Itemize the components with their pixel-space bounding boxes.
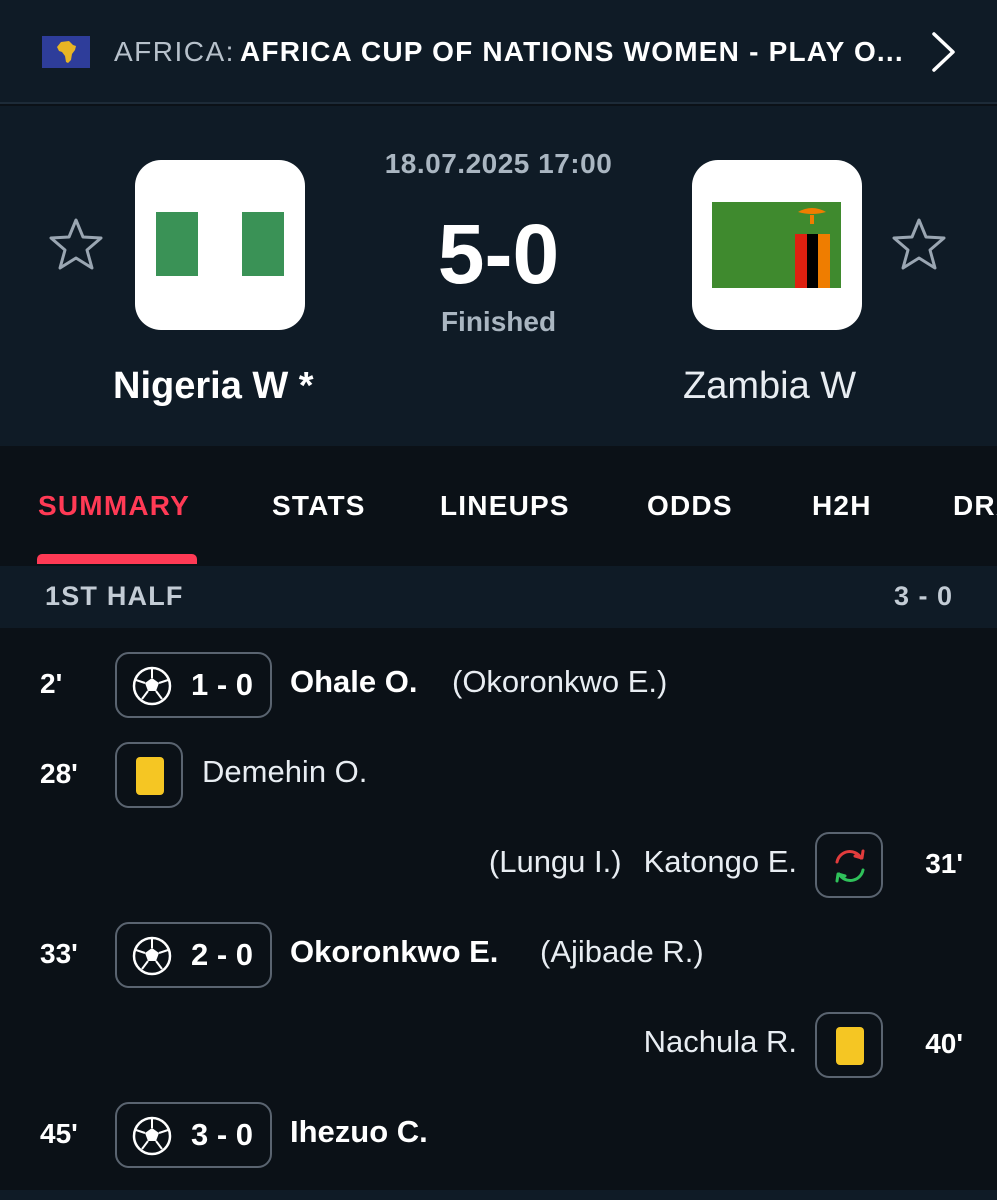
player-out[interactable]: (Lungu I.)	[489, 844, 622, 879]
tab-lineups[interactable]: LINEUPS	[440, 490, 570, 522]
substitution-icon	[835, 849, 865, 883]
soccer-ball-icon	[132, 1116, 172, 1156]
event-player[interactable]: Nachula R.	[644, 1024, 797, 1059]
tab-stats[interactable]: STATS	[272, 490, 366, 522]
yellow-card-icon	[836, 1027, 864, 1065]
event-list: 2' 1 - 0 Ohale O. (Okoronkwo E.) 28' Dem…	[0, 628, 997, 1200]
bottom-divider	[0, 1190, 997, 1200]
tab-summary[interactable]: SUMMARY	[38, 490, 190, 522]
event-minute: 31'	[925, 848, 963, 879]
event-assist[interactable]: (Okoronkwo E.)	[452, 664, 667, 700]
card-badge	[115, 742, 183, 808]
event-player[interactable]: Demehin O.	[202, 754, 367, 790]
match-header: 18.07.2025 17:00 5-0 Finished Nigeria W …	[0, 106, 997, 446]
yellow-card-icon	[136, 757, 164, 795]
competition-region: AFRICA:	[114, 36, 235, 67]
event-row[interactable]: 45' 3 - 0 Ihezuo C.	[0, 1090, 997, 1180]
event-row[interactable]: (Lungu I.) Katongo E. 31'	[0, 820, 997, 910]
event-minute: 40'	[925, 1028, 963, 1059]
goal-badge: 2 - 0	[115, 922, 272, 988]
home-team-name[interactable]: Nigeria W *	[113, 364, 314, 408]
event-minute: 33'	[40, 938, 78, 969]
tab-h2h[interactable]: H2H	[812, 490, 872, 522]
favorite-star-icon[interactable]	[890, 216, 948, 274]
section-score: 3 - 0	[893, 581, 953, 611]
match-datetime: 18.07.2025 17:00	[384, 148, 613, 179]
event-player[interactable]: Ohale O.	[290, 664, 417, 700]
tab-odds[interactable]: ODDS	[647, 490, 733, 522]
goal-badge: 3 - 0	[115, 1102, 272, 1168]
section-title: 1ST HALF	[45, 581, 184, 611]
event-minute: 2'	[40, 668, 63, 699]
goal-score: 2 - 0	[191, 937, 254, 972]
event-assist[interactable]: (Ajibade R.)	[540, 934, 704, 970]
goal-badge: 1 - 0	[115, 652, 272, 718]
event-player[interactable]: Okoronkwo E.	[290, 934, 498, 970]
event-row[interactable]: 33' 2 - 0 Okoronkwo E. (Ajibade R.)	[0, 910, 997, 1000]
event-player-group: Nachula R.	[622, 1024, 797, 1060]
event-row[interactable]: 2' 1 - 0 Ohale O. (Okoronkwo E.)	[0, 640, 997, 730]
substitution-players: (Lungu I.) Katongo E.	[467, 844, 797, 880]
event-row[interactable]: 28' Demehin O.	[0, 730, 997, 820]
competition-bar[interactable]: AFRICA: AFRICA CUP OF NATIONS WOMEN - PL…	[0, 0, 997, 104]
active-tab-indicator	[37, 554, 197, 564]
zambia-flag-icon[interactable]	[692, 160, 862, 330]
event-row[interactable]: Nachula R. 40'	[0, 1000, 997, 1090]
away-team-name[interactable]: Zambia W	[683, 364, 856, 408]
card-badge	[815, 1012, 883, 1078]
player-in[interactable]: Katongo E.	[644, 844, 797, 879]
tab-bar: SUMMARY STATS LINEUPS ODDS H2H DRAW	[0, 446, 997, 566]
event-minute: 45'	[40, 1118, 78, 1149]
competition-name: AFRICA CUP OF NATIONS WOMEN - PLAY O...	[240, 36, 904, 67]
tab-draw[interactable]: DRAW	[953, 490, 997, 522]
chevron-right-icon[interactable]	[926, 30, 960, 74]
goal-score: 1 - 0	[191, 667, 254, 702]
event-minute: 28'	[40, 758, 78, 789]
soccer-ball-icon	[132, 666, 172, 706]
section-header: 1ST HALF 3 - 0	[0, 566, 997, 628]
match-score: 5-0	[437, 207, 560, 301]
event-player[interactable]: Ihezuo C.	[290, 1114, 428, 1150]
soccer-ball-icon	[132, 936, 172, 976]
africa-flag-icon	[42, 36, 90, 68]
goal-score: 3 - 0	[191, 1117, 254, 1152]
substitution-badge	[815, 832, 883, 898]
favorite-star-icon[interactable]	[47, 216, 105, 274]
nigeria-flag-icon[interactable]	[135, 160, 305, 330]
match-status: Finished	[440, 306, 557, 337]
